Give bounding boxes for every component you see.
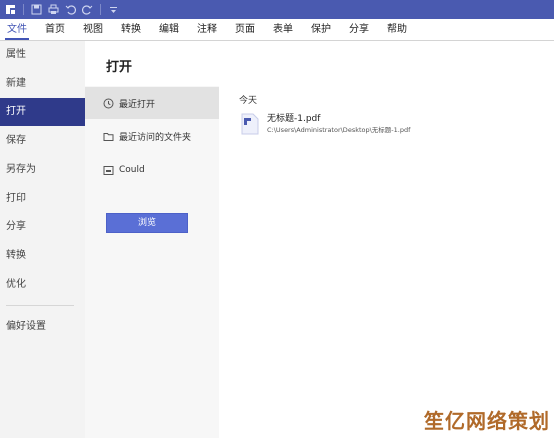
browse-button[interactable]: 浏览	[106, 213, 188, 233]
sidebar-item-convert[interactable]: 转换	[0, 242, 85, 270]
menu-home[interactable]: 首页	[45, 19, 65, 41]
sidebar-divider	[6, 305, 74, 306]
source-cloud-label: Could	[119, 165, 145, 175]
pdf-file-icon	[241, 113, 259, 135]
cloud-drive-icon	[103, 165, 114, 176]
source-recent-folders-label: 最近访问的文件夹	[119, 132, 192, 143]
source-recent-label: 最近打开	[119, 99, 156, 110]
recent-section-heading: 今天	[239, 96, 258, 106]
menu-convert[interactable]: 转换	[121, 19, 141, 41]
sidebar-item-save-as[interactable]: 另存为	[0, 156, 85, 184]
print-icon[interactable]	[47, 3, 60, 16]
menu-edit[interactable]: 编辑	[159, 19, 179, 41]
menu-file[interactable]: 文件	[5, 19, 29, 41]
sidebar-item-new[interactable]: 新建	[0, 70, 85, 98]
sidebar-item-optimize[interactable]: 优化	[0, 271, 85, 299]
menu-view[interactable]: 视图	[83, 19, 103, 41]
titlebar-divider	[23, 4, 24, 15]
app-window: 文件 首页 视图 转换 编辑 注释 页面 表单 保护 分享 帮助 属性 新建 打…	[0, 0, 554, 438]
save-icon[interactable]	[30, 3, 43, 16]
menu-bar: 文件 首页 视图 转换 编辑 注释 页面 表单 保护 分享 帮助	[0, 19, 554, 41]
redo-icon[interactable]	[81, 3, 94, 16]
open-source-list: 最近打开 最近访问的文件夹 Could	[85, 86, 219, 438]
recent-file-item[interactable]: 无标题-1.pdf C:\Users\Administrator\Desktop…	[241, 113, 541, 139]
source-recent-folders[interactable]: 最近访问的文件夹	[85, 120, 219, 152]
folder-icon	[103, 131, 114, 142]
title-bar	[0, 0, 554, 19]
menu-page[interactable]: 页面	[235, 19, 255, 41]
watermark: 笙亿网络策划	[424, 409, 550, 433]
titlebar-divider	[100, 4, 101, 15]
open-panel: 打开 最近打开 最近访问的文件夹 Could 浏览 今天 无标题-1.pdf C…	[85, 41, 554, 438]
menu-share[interactable]: 分享	[349, 19, 369, 41]
sidebar-item-print[interactable]: 打印	[0, 185, 85, 213]
app-logo-icon	[4, 3, 17, 16]
sidebar-item-share[interactable]: 分享	[0, 213, 85, 241]
source-cloud[interactable]: Could	[85, 154, 219, 186]
sidebar-item-preferences[interactable]: 偏好设置	[0, 313, 85, 341]
recent-file-name: 无标题-1.pdf	[267, 114, 321, 124]
menu-comment[interactable]: 注释	[197, 19, 217, 41]
recent-file-path: C:\Users\Administrator\Desktop\无标题-1.pdf	[267, 126, 411, 134]
clock-icon	[103, 98, 114, 109]
sidebar-item-properties[interactable]: 属性	[0, 41, 85, 69]
customize-toolbar-icon[interactable]	[107, 3, 120, 16]
menu-protect[interactable]: 保护	[311, 19, 331, 41]
menu-form[interactable]: 表单	[273, 19, 293, 41]
page-title: 打开	[106, 60, 133, 75]
sidebar-item-open[interactable]: 打开	[0, 98, 85, 126]
sidebar-item-save[interactable]: 保存	[0, 127, 85, 155]
undo-icon[interactable]	[64, 3, 77, 16]
file-sidebar: 属性 新建 打开 保存 另存为 打印 分享 转换 优化 偏好设置	[0, 41, 85, 438]
menu-help[interactable]: 帮助	[387, 19, 407, 41]
source-recent[interactable]: 最近打开	[85, 87, 219, 119]
